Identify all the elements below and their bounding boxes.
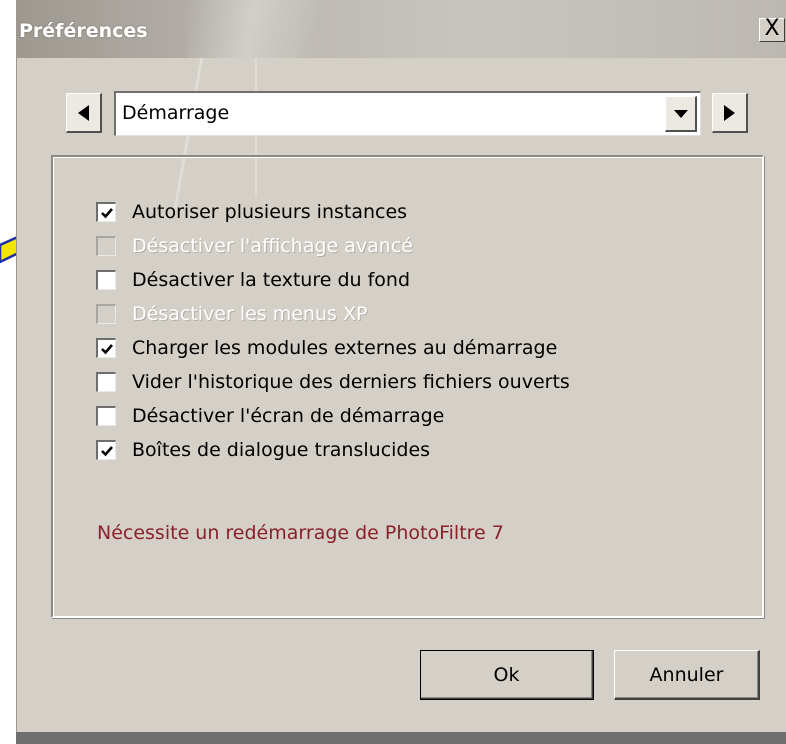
option-label: Désactiver la texture du fond [132, 269, 411, 291]
checkmark-icon [100, 207, 113, 218]
option-row[interactable]: Désactiver la texture du fond [96, 265, 410, 295]
option-label: Désactiver l'affichage avancé [132, 235, 413, 257]
dropdown-arrow-button[interactable] [665, 96, 697, 132]
option-checkbox[interactable] [96, 338, 116, 358]
title-bar[interactable]: Préférences X [17, 0, 786, 58]
option-label: Désactiver les menus XP [132, 303, 368, 325]
option-checkbox[interactable] [96, 440, 116, 460]
category-dropdown-value: Démarrage [122, 102, 230, 124]
option-checkbox [96, 304, 116, 324]
option-checkbox[interactable] [96, 270, 116, 290]
ok-button-label: Ok [493, 663, 520, 686]
restart-notice: Nécessite un redémarrage de PhotoFiltre … [97, 522, 504, 544]
option-row[interactable]: Boîtes de dialogue translucides [96, 435, 430, 465]
option-checkbox[interactable] [96, 202, 116, 222]
option-row[interactable]: Vider l'historique des derniers fichiers… [96, 367, 570, 397]
option-row: Désactiver l'affichage avancé [96, 231, 413, 261]
cancel-button[interactable]: Annuler [614, 650, 760, 700]
option-label: Désactiver l'écran de démarrage [132, 405, 445, 427]
ok-button[interactable]: Ok [420, 650, 594, 700]
option-checkbox[interactable] [96, 406, 116, 426]
option-label: Charger les modules externes au démarrag… [132, 337, 558, 359]
dialog-title: Préférences [19, 20, 148, 42]
option-row[interactable]: Autoriser plusieurs instances [96, 197, 407, 227]
triangle-down-icon [673, 109, 688, 118]
close-button[interactable]: X [759, 18, 785, 42]
window-bottom-edge [16, 732, 786, 744]
category-dropdown[interactable]: Démarrage [114, 91, 701, 136]
close-icon: X [764, 16, 780, 41]
option-checkbox[interactable] [96, 372, 116, 392]
option-checkbox [96, 236, 116, 256]
option-label: Boîtes de dialogue translucides [132, 439, 431, 461]
option-label: Autoriser plusieurs instances [132, 201, 408, 223]
option-row[interactable]: Charger les modules externes au démarrag… [96, 333, 557, 363]
cancel-button-label: Annuler [649, 663, 724, 686]
previous-category-button[interactable] [66, 93, 102, 133]
option-row[interactable]: Désactiver l'écran de démarrage [96, 401, 444, 431]
triangle-right-icon [724, 104, 735, 121]
checkmark-icon [100, 445, 113, 456]
triangle-left-icon [78, 104, 89, 121]
checkmark-icon [100, 343, 113, 354]
next-category-button[interactable] [712, 93, 748, 133]
option-row: Désactiver les menus XP [96, 299, 367, 329]
option-label: Vider l'historique des derniers fichiers… [132, 371, 570, 393]
